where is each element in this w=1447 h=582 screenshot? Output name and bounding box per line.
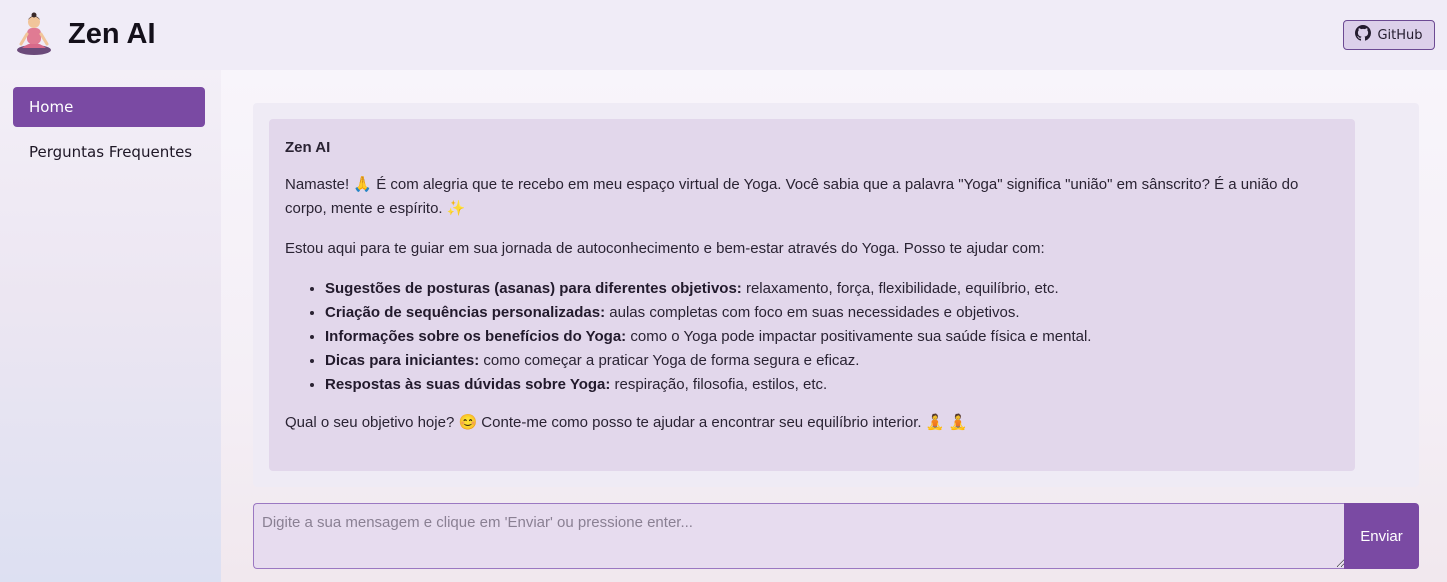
feature-title: Informações sobre os benefícios do Yoga: xyxy=(325,328,627,345)
message-input[interactable] xyxy=(253,503,1345,569)
feature-text: relaxamento, força, flexibilidade, equil… xyxy=(741,280,1059,297)
sidebar-item-faq[interactable]: Perguntas Frequentes xyxy=(13,132,205,172)
main-content: Zen AI Namaste! 🙏 É com alegria que te r… xyxy=(221,70,1447,582)
list-item: Sugestões de posturas (asanas) para dife… xyxy=(325,277,1339,301)
app-header: Zen AI GitHub xyxy=(0,0,1447,70)
feature-title: Criação de sequências personalizadas: xyxy=(325,304,606,321)
feature-title: Dicas para iniciantes: xyxy=(325,352,480,369)
feature-text: como começar a praticar Yoga de forma se… xyxy=(479,352,860,369)
list-item: Dicas para iniciantes: como começar a pr… xyxy=(325,349,1339,373)
feature-text: como o Yoga pode impactar positivamente … xyxy=(626,328,1092,345)
message-help-line: Estou aqui para te guiar em sua jornada … xyxy=(285,240,1045,257)
sidebar-item-home[interactable]: Home xyxy=(13,87,205,127)
message-intro: Namaste! 🙏 É com alegria que te recebo e… xyxy=(285,176,1299,217)
assistant-message: Zen AI Namaste! 🙏 É com alegria que te r… xyxy=(269,119,1355,471)
message-sender: Zen AI xyxy=(285,139,331,156)
sidebar: Home Perguntas Frequentes xyxy=(0,70,221,582)
chat-panel: Zen AI Namaste! 🙏 É com alegria que te r… xyxy=(253,103,1419,487)
github-button[interactable]: GitHub xyxy=(1343,20,1435,50)
feature-title: Respostas às suas dúvidas sobre Yoga: xyxy=(325,376,611,393)
send-button[interactable]: Enviar xyxy=(1344,503,1419,569)
list-item: Informações sobre os benefícios do Yoga:… xyxy=(325,325,1339,349)
github-label: GitHub xyxy=(1377,27,1423,43)
github-icon xyxy=(1355,25,1372,45)
feature-title: Sugestões de posturas (asanas) para dife… xyxy=(325,280,742,297)
message-input-row: Enviar xyxy=(253,503,1419,569)
list-item: Criação de sequências personalizadas: au… xyxy=(325,301,1339,325)
message-closing: Qual o seu objetivo hoje? 😊 Conte-me com… xyxy=(285,414,968,431)
feature-text: aulas completas com foco em suas necessi… xyxy=(605,304,1020,321)
meditating-person-icon xyxy=(14,12,54,56)
app-title: Zen AI xyxy=(68,18,156,50)
feature-text: respiração, filosofia, estilos, etc. xyxy=(610,376,828,393)
list-item: Respostas às suas dúvidas sobre Yoga: re… xyxy=(325,373,1339,397)
feature-list: Sugestões de posturas (asanas) para dife… xyxy=(325,277,1339,397)
